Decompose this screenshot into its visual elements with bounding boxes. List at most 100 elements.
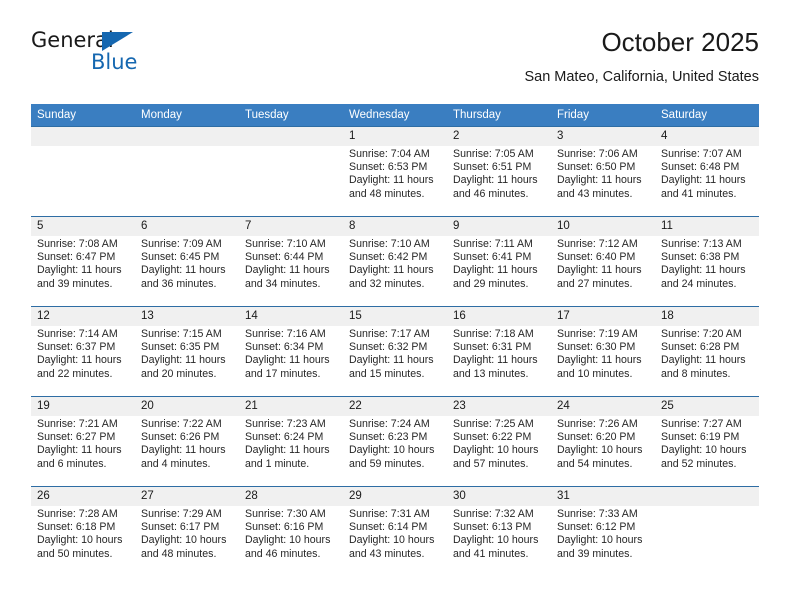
- daylight-text: Daylight: 11 hours and 17 minutes.: [245, 354, 330, 380]
- weekday-header-monday: Monday: [135, 104, 239, 127]
- calendar-cell-day-23[interactable]: 23 Sunrise: 7:25 AM Sunset: 6:22 PM Dayligh…: [447, 396, 551, 487]
- day-sun-info: Sunrise: 7:09 AM Sunset: 6:45 PM Daylight:…: [135, 236, 239, 291]
- calendar-cell-day-7[interactable]: 7 Sunrise: 7:10 AM Sunset: 6:44 PM Daylight…: [239, 216, 343, 307]
- day-box: [31, 127, 135, 216]
- daylight-text: Daylight: 10 hours and 52 minutes.: [661, 444, 747, 470]
- day-number: 12: [31, 307, 135, 326]
- sunset-text: Sunset: 6:38 PM: [661, 251, 740, 264]
- day-number: 7: [239, 217, 343, 236]
- calendar-cell-day-20[interactable]: 20 Sunrise: 7:22 AM Sunset: 6:26 PM Dayligh…: [135, 396, 239, 487]
- calendar-cell-empty: [135, 126, 239, 217]
- day-number: 20: [135, 397, 239, 416]
- day-box: 3 Sunrise: 7:06 AM Sunset: 6:50 PM Daylight…: [551, 127, 655, 216]
- calendar-cell-day-13[interactable]: 13 Sunrise: 7:15 AM Sunset: 6:35 PM Dayligh…: [135, 306, 239, 397]
- calendar-cell-day-30[interactable]: 30 Sunrise: 7:32 AM Sunset: 6:13 PM Dayligh…: [447, 486, 551, 577]
- calendar-cell-day-1[interactable]: 1 Sunrise: 7:04 AM Sunset: 6:53 PM Daylight…: [343, 126, 447, 217]
- daylight-text: Daylight: 11 hours and 20 minutes.: [141, 354, 226, 380]
- day-number: 29: [343, 487, 447, 506]
- sunrise-text: Sunrise: 7:10 AM: [245, 238, 326, 250]
- sunrise-text: Sunrise: 7:11 AM: [453, 238, 533, 250]
- day-sun-info: Sunrise: 7:17 AM Sunset: 6:32 PM Daylight:…: [343, 326, 447, 381]
- sunrise-text: Sunrise: 7:17 AM: [349, 328, 430, 340]
- sunrise-text: Sunrise: 7:33 AM: [557, 508, 638, 520]
- day-box: [135, 127, 239, 216]
- day-number: 5: [31, 217, 135, 236]
- calendar-cell-day-21[interactable]: 21 Sunrise: 7:23 AM Sunset: 6:24 PM Dayligh…: [239, 396, 343, 487]
- calendar-cell-day-14[interactable]: 14 Sunrise: 7:16 AM Sunset: 6:34 PM Dayligh…: [239, 306, 343, 397]
- sunrise-text: Sunrise: 7:23 AM: [245, 418, 326, 430]
- sunrise-text: Sunrise: 7:25 AM: [453, 418, 534, 430]
- sunrise-text: Sunrise: 7:10 AM: [349, 238, 430, 250]
- calendar-cell-day-11[interactable]: 11 Sunrise: 7:13 AM Sunset: 6:38 PM Dayligh…: [655, 216, 759, 307]
- calendar-cell-day-25[interactable]: 25 Sunrise: 7:27 AM Sunset: 6:19 PM Dayligh…: [655, 396, 759, 487]
- daylight-text: Daylight: 10 hours and 39 minutes.: [557, 534, 643, 560]
- day-number: 31: [551, 487, 655, 506]
- page-title: October 2025: [601, 27, 759, 57]
- daylight-text: Daylight: 11 hours and 36 minutes.: [141, 264, 226, 290]
- day-sun-info: Sunrise: 7:31 AM Sunset: 6:14 PM Daylight:…: [343, 506, 447, 561]
- daylight-text: Daylight: 10 hours and 59 minutes.: [349, 444, 435, 470]
- calendar-cell-day-16[interactable]: 16 Sunrise: 7:18 AM Sunset: 6:31 PM Dayligh…: [447, 306, 551, 397]
- calendar-cell-day-6[interactable]: 6 Sunrise: 7:09 AM Sunset: 6:45 PM Daylight…: [135, 216, 239, 307]
- calendar-cell-day-28[interactable]: 28 Sunrise: 7:30 AM Sunset: 6:16 PM Dayligh…: [239, 486, 343, 577]
- daylight-text: Daylight: 11 hours and 27 minutes.: [557, 264, 642, 290]
- day-box: 29 Sunrise: 7:31 AM Sunset: 6:14 PM Dayligh…: [343, 487, 447, 577]
- daylight-text: Daylight: 11 hours and 24 minutes.: [661, 264, 746, 290]
- logo-text-blue: Blue: [91, 50, 138, 74]
- day-number: 15: [343, 307, 447, 326]
- day-box: 8 Sunrise: 7:10 AM Sunset: 6:42 PM Daylight…: [343, 217, 447, 306]
- day-box: 15 Sunrise: 7:17 AM Sunset: 6:32 PM Dayligh…: [343, 307, 447, 396]
- calendar-cell-day-2[interactable]: 2 Sunrise: 7:05 AM Sunset: 6:51 PM Daylight…: [447, 126, 551, 217]
- sunrise-text: Sunrise: 7:04 AM: [349, 148, 430, 160]
- day-box: 2 Sunrise: 7:05 AM Sunset: 6:51 PM Daylight…: [447, 127, 551, 216]
- calendar-cell-empty: [239, 126, 343, 217]
- sunset-text: Sunset: 6:37 PM: [37, 341, 116, 354]
- calendar-cell-day-8[interactable]: 8 Sunrise: 7:10 AM Sunset: 6:42 PM Daylight…: [343, 216, 447, 307]
- calendar-cell-day-9[interactable]: 9 Sunrise: 7:11 AM Sunset: 6:41 PM Daylight…: [447, 216, 551, 307]
- general-blue-logo[interactable]: General Blue: [31, 28, 181, 88]
- sunset-text: Sunset: 6:24 PM: [245, 431, 324, 444]
- day-number: 25: [655, 397, 759, 416]
- day-box: 5 Sunrise: 7:08 AM Sunset: 6:47 PM Daylight…: [31, 217, 135, 306]
- weekday-header-sunday: Sunday: [31, 104, 135, 127]
- calendar-cell-day-4[interactable]: 4 Sunrise: 7:07 AM Sunset: 6:48 PM Daylight…: [655, 126, 759, 217]
- day-box: 25 Sunrise: 7:27 AM Sunset: 6:19 PM Dayligh…: [655, 397, 759, 486]
- logo-triangle-icon: [102, 32, 133, 51]
- calendar-week-row: 5 Sunrise: 7:08 AM Sunset: 6:47 PM Daylight…: [31, 216, 759, 307]
- sunrise-text: Sunrise: 7:28 AM: [37, 508, 118, 520]
- daylight-text: Daylight: 10 hours and 46 minutes.: [245, 534, 331, 560]
- calendar-cell-day-29[interactable]: 29 Sunrise: 7:31 AM Sunset: 6:14 PM Dayligh…: [343, 486, 447, 577]
- daylight-text: Daylight: 11 hours and 43 minutes.: [557, 174, 642, 200]
- day-sun-info: Sunrise: 7:24 AM Sunset: 6:23 PM Daylight:…: [343, 416, 447, 471]
- day-box: 26 Sunrise: 7:28 AM Sunset: 6:18 PM Dayligh…: [31, 487, 135, 577]
- sunset-text: Sunset: 6:35 PM: [141, 341, 220, 354]
- sunset-text: Sunset: 6:14 PM: [349, 521, 428, 534]
- daylight-text: Daylight: 11 hours and 10 minutes.: [557, 354, 642, 380]
- day-sun-info: Sunrise: 7:13 AM Sunset: 6:38 PM Daylight:…: [655, 236, 759, 291]
- day-number: 13: [135, 307, 239, 326]
- calendar-cell-day-22[interactable]: 22 Sunrise: 7:24 AM Sunset: 6:23 PM Dayligh…: [343, 396, 447, 487]
- calendar-cell-day-3[interactable]: 3 Sunrise: 7:06 AM Sunset: 6:50 PM Daylight…: [551, 126, 655, 217]
- day-sun-info: Sunrise: 7:10 AM Sunset: 6:44 PM Daylight:…: [239, 236, 343, 291]
- calendar-cell-day-31[interactable]: 31 Sunrise: 7:33 AM Sunset: 6:12 PM Dayligh…: [551, 486, 655, 577]
- calendar-cell-day-15[interactable]: 15 Sunrise: 7:17 AM Sunset: 6:32 PM Dayligh…: [343, 306, 447, 397]
- calendar-cell-day-19[interactable]: 19 Sunrise: 7:21 AM Sunset: 6:27 PM Dayligh…: [31, 396, 135, 487]
- calendar-week-row: 19 Sunrise: 7:21 AM Sunset: 6:27 PM Dayligh…: [31, 396, 759, 487]
- sunset-text: Sunset: 6:13 PM: [453, 521, 532, 534]
- daylight-text: Daylight: 11 hours and 48 minutes.: [349, 174, 434, 200]
- calendar-cell-day-17[interactable]: 17 Sunrise: 7:19 AM Sunset: 6:30 PM Dayligh…: [551, 306, 655, 397]
- sunrise-text: Sunrise: 7:18 AM: [453, 328, 534, 340]
- calendar-cell-day-18[interactable]: 18 Sunrise: 7:20 AM Sunset: 6:28 PM Dayligh…: [655, 306, 759, 397]
- day-sun-info: Sunrise: 7:20 AM Sunset: 6:28 PM Daylight:…: [655, 326, 759, 381]
- calendar-cell-day-27[interactable]: 27 Sunrise: 7:29 AM Sunset: 6:17 PM Dayligh…: [135, 486, 239, 577]
- day-box: 9 Sunrise: 7:11 AM Sunset: 6:41 PM Daylight…: [447, 217, 551, 306]
- calendar-cell-day-26[interactable]: 26 Sunrise: 7:28 AM Sunset: 6:18 PM Dayligh…: [31, 486, 135, 577]
- sunrise-text: Sunrise: 7:26 AM: [557, 418, 638, 430]
- day-number: 22: [343, 397, 447, 416]
- calendar-cell-day-24[interactable]: 24 Sunrise: 7:26 AM Sunset: 6:20 PM Dayligh…: [551, 396, 655, 487]
- daylight-text: Daylight: 11 hours and 13 minutes.: [453, 354, 538, 380]
- calendar-cell-day-5[interactable]: 5 Sunrise: 7:08 AM Sunset: 6:47 PM Daylight…: [31, 216, 135, 307]
- day-sun-info: Sunrise: 7:29 AM Sunset: 6:17 PM Daylight:…: [135, 506, 239, 561]
- calendar-cell-day-10[interactable]: 10 Sunrise: 7:12 AM Sunset: 6:40 PM Dayligh…: [551, 216, 655, 307]
- calendar-cell-day-12[interactable]: 12 Sunrise: 7:14 AM Sunset: 6:37 PM Dayligh…: [31, 306, 135, 397]
